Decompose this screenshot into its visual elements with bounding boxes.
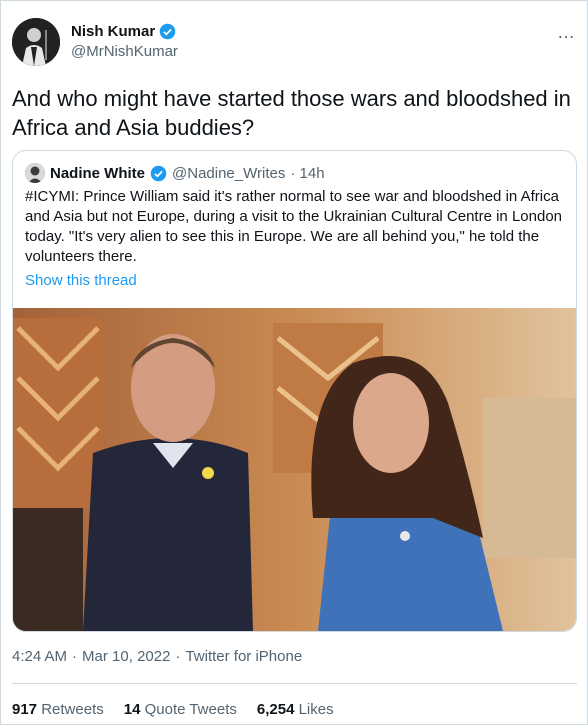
quoted-avatar: [25, 163, 45, 183]
quoted-handle: @Nadine_Writes: [172, 164, 286, 182]
author-handle[interactable]: @MrNishKumar: [71, 43, 178, 60]
divider: [12, 683, 577, 684]
quoted-author-name: Nadine White: [50, 164, 146, 182]
quote-tweets-stat[interactable]: 14 Quote Tweets: [124, 701, 237, 718]
separator-dot: ·: [175, 648, 181, 665]
tweet-timestamp: 4:24 AM · Mar 10, 2022 · Twitter for iPh…: [12, 648, 302, 665]
stat-value: 14: [123, 701, 141, 718]
author-block: Nish Kumar @MrNishKumar: [71, 23, 178, 60]
stat-value: 6,254: [256, 701, 295, 718]
verified-badge-icon: [150, 165, 167, 181]
verified-badge-icon: [159, 23, 176, 40]
tweet-time[interactable]: 4:24 AM: [12, 648, 67, 665]
tweet-date[interactable]: Mar 10, 2022: [82, 648, 170, 665]
tweet-source: Twitter for iPhone: [185, 648, 303, 665]
tweet-text: And who might have started those wars an…: [12, 86, 571, 140]
stat-value: 917: [12, 701, 38, 718]
stat-label: Quote Tweets: [144, 701, 237, 718]
quoted-time: · 14h: [290, 164, 325, 182]
stat-label: Retweets: [41, 701, 104, 718]
show-thread-link[interactable]: Show this thread: [25, 272, 137, 289]
quoted-text: #ICYMI: Prince William said it's rather …: [25, 188, 562, 265]
stat-label: Likes: [298, 701, 334, 718]
engagement-stats: 917 Retweets 14 Quote Tweets 6,254 Likes: [12, 701, 334, 718]
quoted-tweet[interactable]: Nadine White @Nadine_Writes · 14h #ICYMI…: [12, 150, 577, 632]
retweets-stat[interactable]: 917 Retweets: [12, 701, 104, 718]
author-name[interactable]: Nish Kumar: [71, 23, 155, 40]
separator-dot: ·: [72, 648, 78, 665]
quoted-header: Nadine White @Nadine_Writes · 14h: [25, 163, 325, 183]
quoted-photo[interactable]: [13, 308, 576, 631]
more-options-icon[interactable]: …: [557, 22, 576, 43]
likes-stat[interactable]: 6,254 Likes: [257, 701, 334, 718]
author-avatar[interactable]: [12, 18, 60, 66]
